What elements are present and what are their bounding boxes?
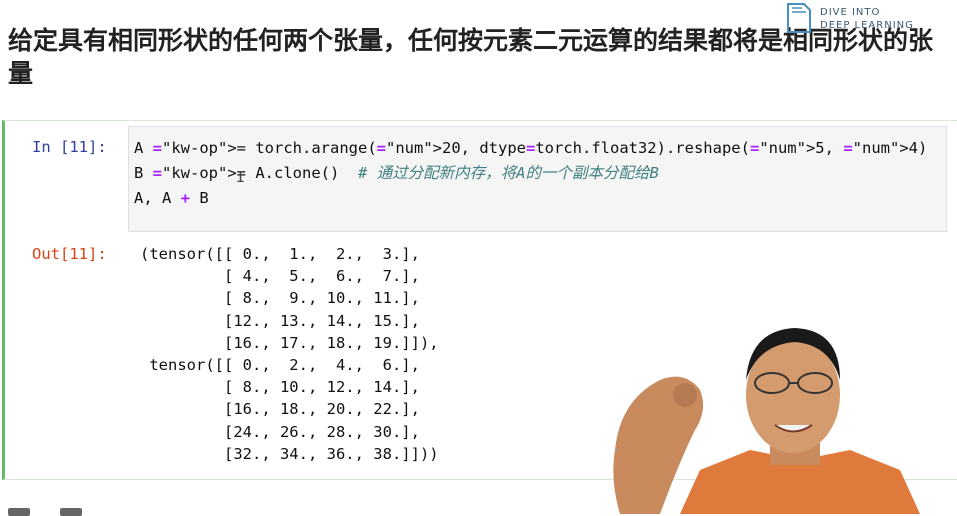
input-prompt: In [11]: — [32, 138, 107, 156]
cell-output: (tensor([[ 0., 1., 2., 3.], [ 4., 5., 6.… — [140, 243, 439, 465]
book-icon — [787, 3, 811, 33]
d2l-logo: DIVE INTO DEEP LEARNING — [780, 0, 957, 34]
logo-line-1: DIVE INTO — [820, 7, 881, 18]
control-button[interactable] — [8, 508, 30, 516]
logo-line-2: DEEP LEARNING — [820, 20, 914, 31]
output-line: [16., 18., 20., 22.], — [140, 400, 420, 419]
output-line: [16., 17., 18., 19.]]), — [140, 333, 439, 352]
code-line-2: B ="kw-op">= A.clone() # 通过分配新内存，将A的一个副本… — [134, 164, 659, 182]
output-line: (tensor([[ 0., 1., 2., 3.], — [140, 245, 420, 263]
control-button[interactable] — [60, 508, 82, 516]
output-prompt: Out[11]: — [32, 245, 107, 263]
output-line: [ 8., 9., 10., 11.], — [140, 289, 420, 308]
presenter-video-overlay — [613, 328, 920, 514]
output-line: [ 8., 10., 12., 14.], — [140, 378, 420, 397]
output-line: [32., 34., 36., 38.]])) — [140, 444, 439, 463]
text-cursor-icon: I — [236, 168, 246, 186]
code-line-1: A ="kw-op">= torch.arange(="num">20, dty… — [134, 139, 928, 157]
output-line: [ 4., 5., 6., 7.], — [140, 267, 420, 286]
output-line: [24., 26., 28., 30.], — [140, 422, 420, 441]
output-line: [12., 13., 14., 15.], — [140, 311, 420, 330]
output-line: tensor([[ 0., 2., 4., 6.], — [140, 356, 420, 375]
code-editor[interactable]: A ="kw-op">= torch.arange(="num">20, dty… — [134, 136, 927, 211]
code-line-3: A, A + B — [134, 189, 209, 207]
